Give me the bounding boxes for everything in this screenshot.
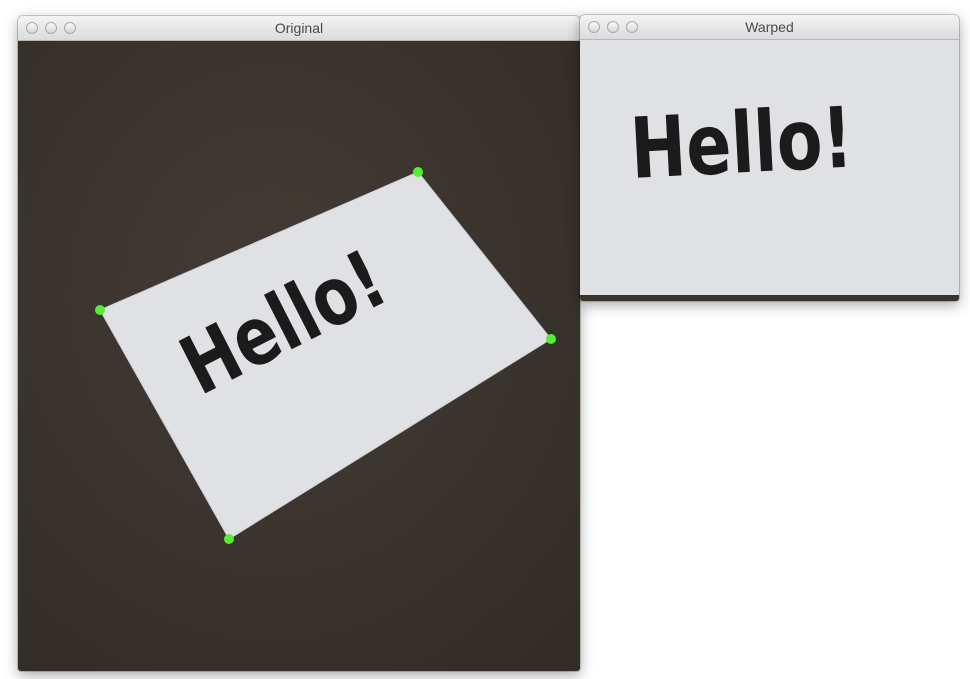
warped-window: Warped Hello! [580,15,959,301]
warped-image-canvas: Hello! [580,40,959,301]
original-titlebar[interactable]: Original [18,16,580,41]
warped-titlebar[interactable]: Warped [580,15,959,40]
corner-marker [413,167,423,177]
warped-image: Hello! [580,40,959,301]
corner-marker [224,534,234,544]
corner-marker [546,334,556,344]
original-image: Hello! [18,41,580,671]
original-image-canvas: Hello! [18,41,580,671]
warped-note-text: Hello! [628,89,855,198]
window-title: Warped [745,19,794,35]
window-title: Original [274,20,324,36]
corner-marker [95,305,105,315]
original-window: Original Hello! [18,16,580,671]
warped-edge-strip [580,295,959,301]
